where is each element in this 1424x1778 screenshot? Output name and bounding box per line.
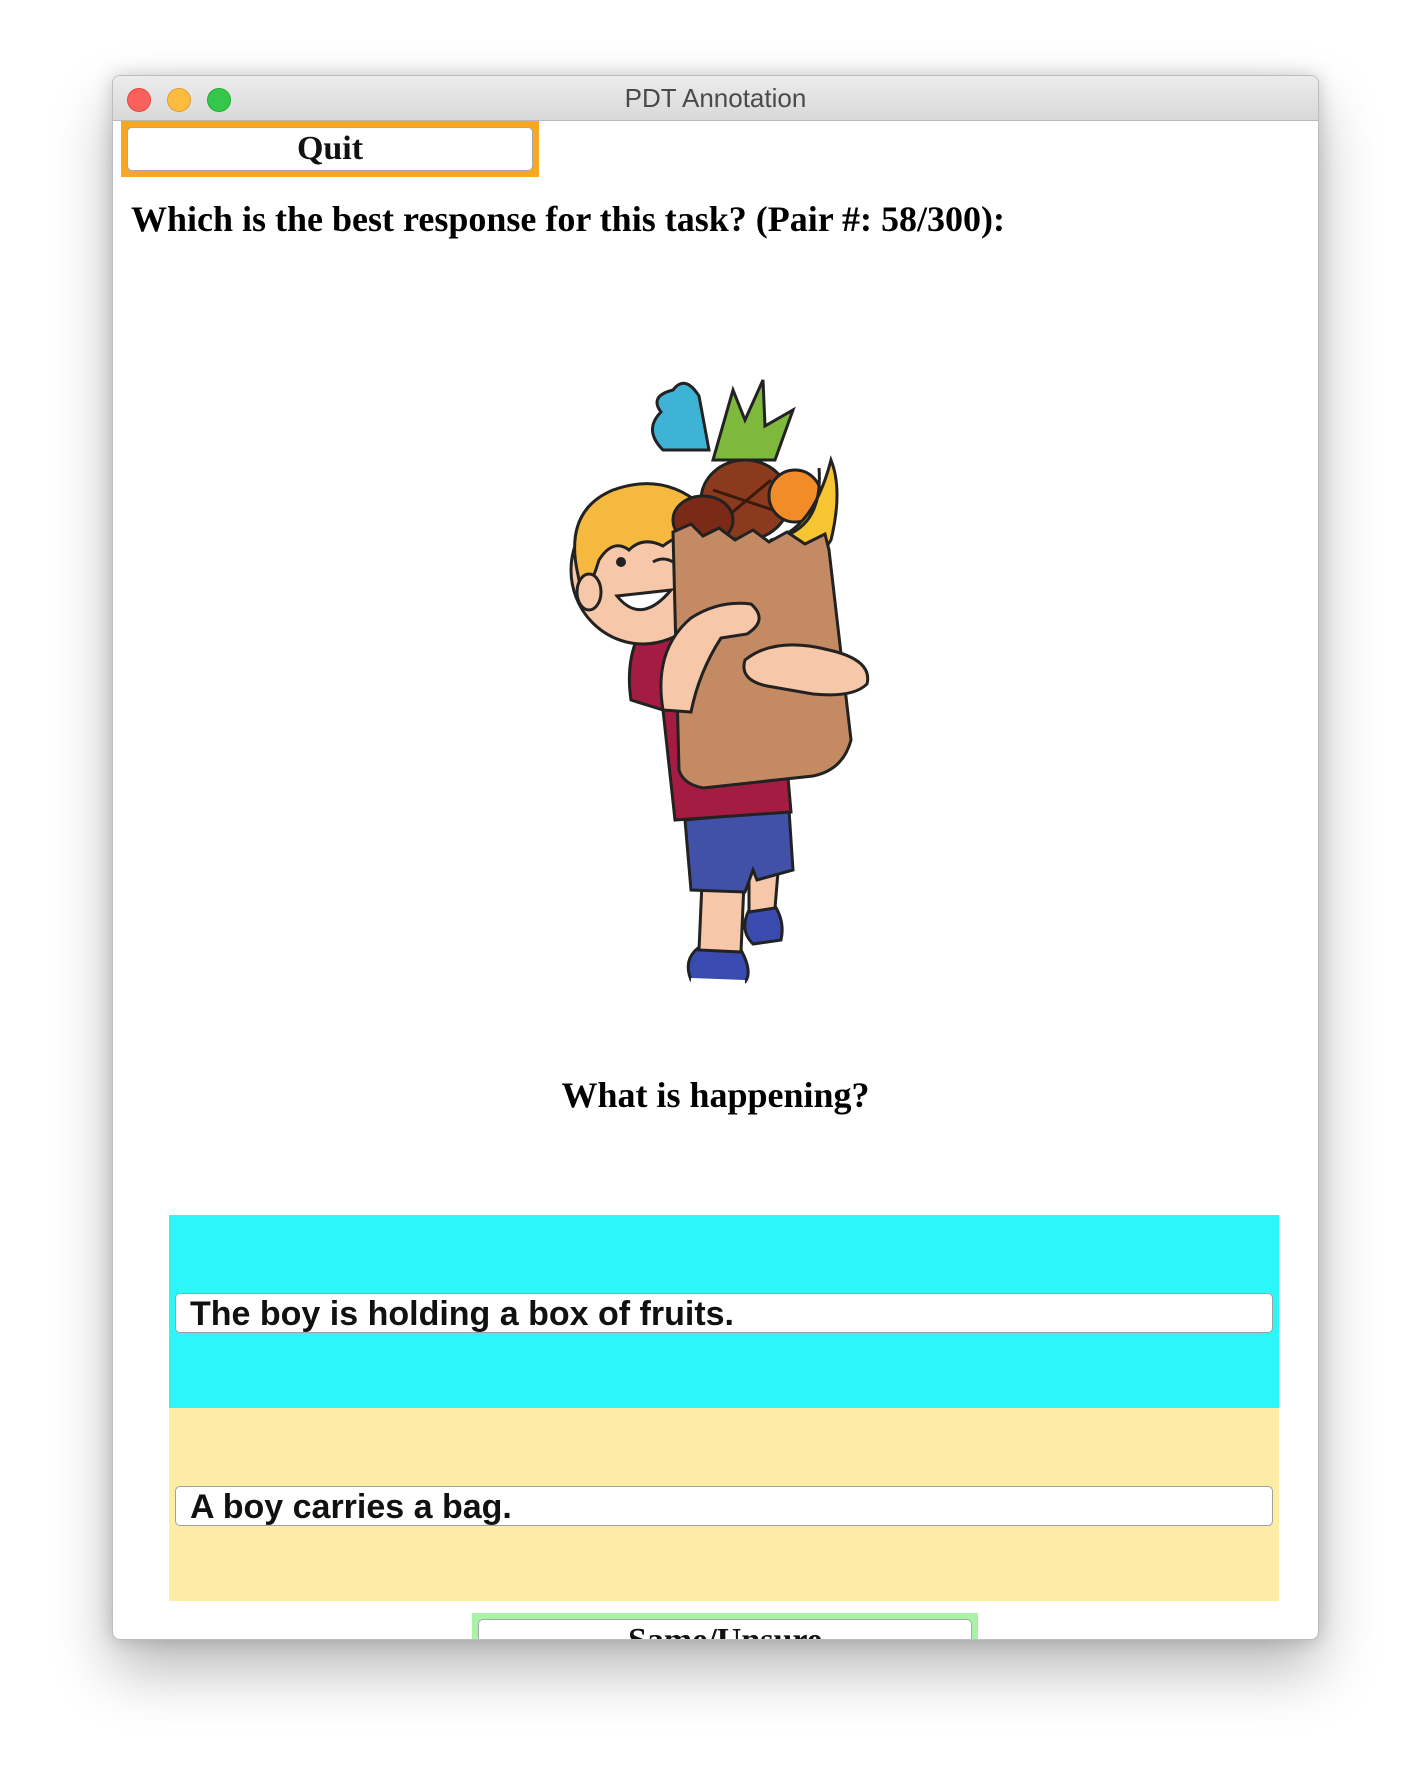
quit-button[interactable]: Quit xyxy=(127,127,533,171)
response-option-b[interactable]: A boy carries a bag. xyxy=(169,1408,1279,1601)
response-option-a-button[interactable]: The boy is holding a box of fruits. xyxy=(175,1293,1273,1333)
response-option-a[interactable]: The boy is holding a box of fruits. xyxy=(169,1215,1279,1408)
app-window: PDT Annotation Quit Which is the best re… xyxy=(112,75,1319,1640)
response-option-b-button[interactable]: A boy carries a bag. xyxy=(175,1486,1273,1526)
task-image xyxy=(569,379,870,984)
task-prompt: What is happening? xyxy=(561,1075,870,1115)
question-text: Which is the best response for this task… xyxy=(131,199,1006,239)
main-content: Quit Which is the best response for this… xyxy=(113,120,1318,1639)
same-unsure-button-frame: Same/Unsure xyxy=(472,1613,978,1639)
title-bar: PDT Annotation xyxy=(113,76,1318,121)
quit-button-frame: Quit xyxy=(121,121,539,177)
window-title: PDT Annotation xyxy=(624,83,807,113)
same-unsure-button[interactable]: Same/Unsure xyxy=(478,1619,972,1639)
